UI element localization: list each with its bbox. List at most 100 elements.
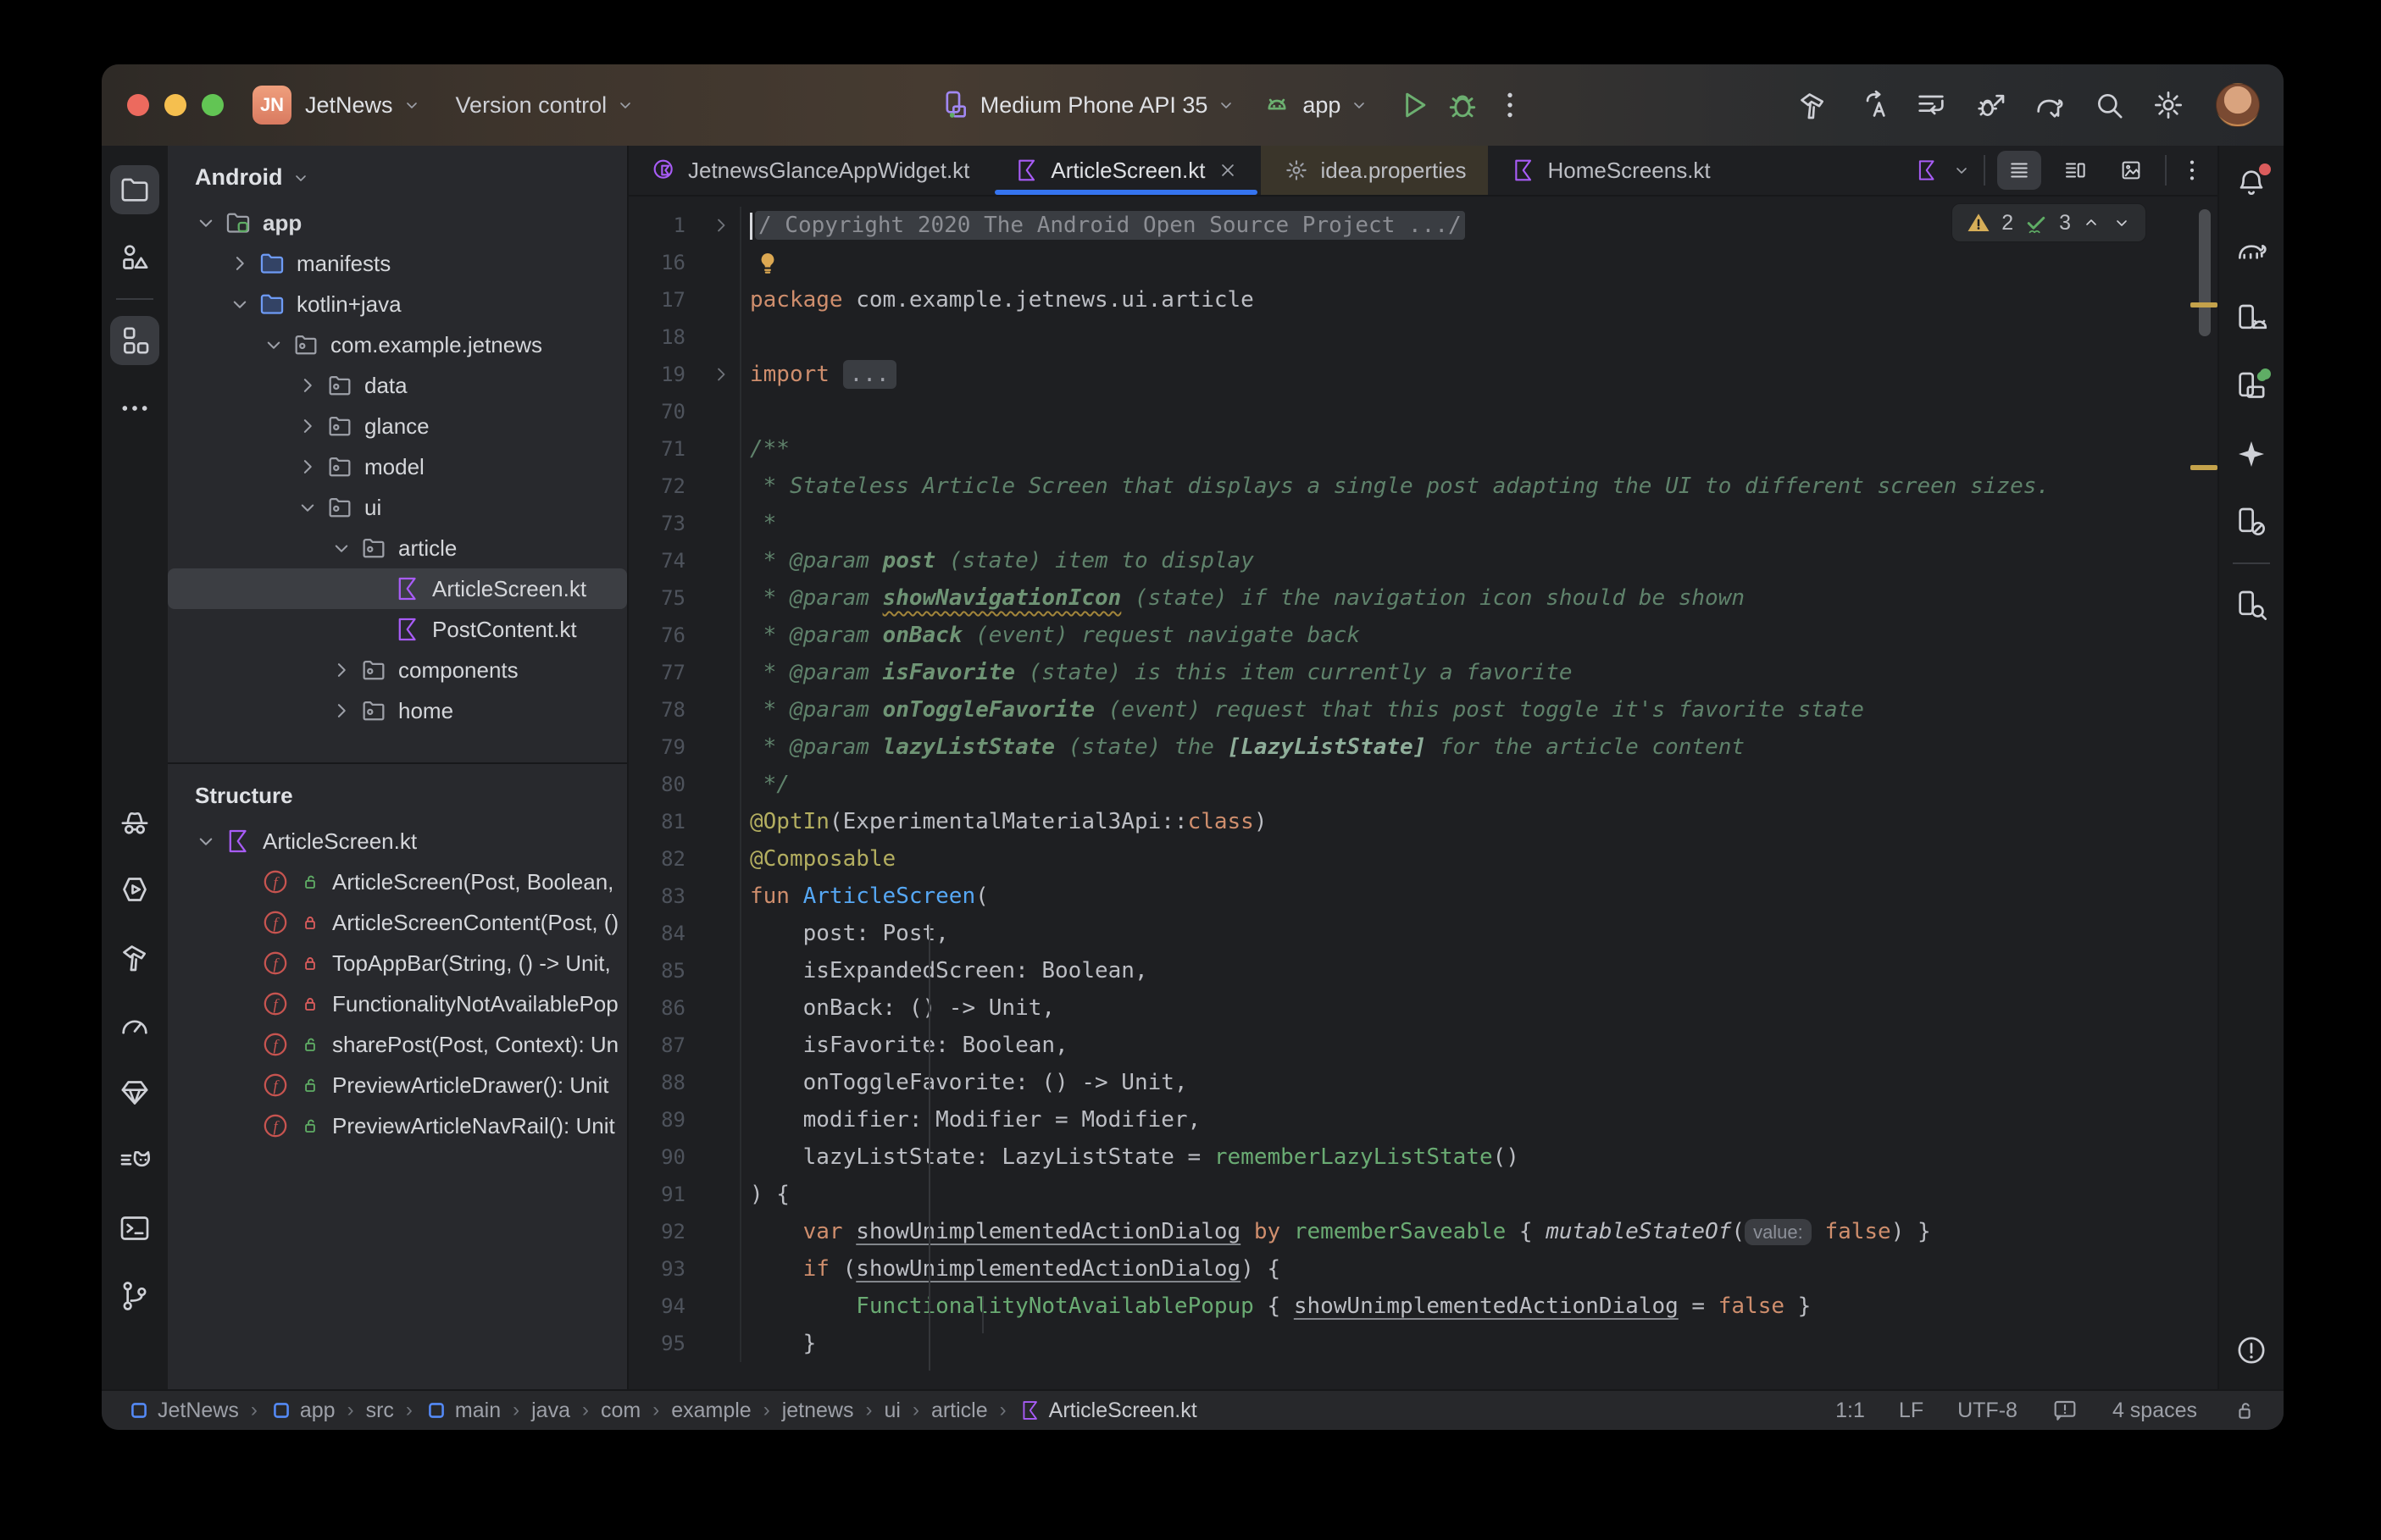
- project-tree-item-model[interactable]: model: [168, 446, 627, 487]
- tool-stripe-more-dots-button[interactable]: [110, 384, 159, 433]
- breadcrumb-src[interactable]: src: [366, 1399, 394, 1423]
- editor-scrollbar-thumb[interactable]: [2199, 209, 2211, 336]
- minimize-window-button[interactable]: [164, 94, 186, 116]
- chevron-right-icon[interactable]: [329, 698, 354, 723]
- tab-idea-properties[interactable]: idea.properties: [1261, 146, 1488, 195]
- breadcrumb-com[interactable]: com: [601, 1399, 641, 1423]
- breadcrumb-ui[interactable]: ui: [884, 1399, 900, 1423]
- structure-item[interactable]: fPreviewArticleDrawer(): Unit: [168, 1065, 627, 1105]
- tool-stripe-gauge-button[interactable]: [110, 1000, 159, 1050]
- breadcrumb-jetnews[interactable]: JetNews: [127, 1399, 239, 1423]
- tab-articlescreen-kt[interactable]: ArticleScreen.kt: [991, 146, 1261, 195]
- prev-problem-button[interactable]: [2081, 213, 2101, 233]
- close-window-button[interactable]: [127, 94, 149, 116]
- structure-item[interactable]: fArticleScreenContent(Post, (): [168, 902, 627, 943]
- run-button[interactable]: [1395, 86, 1432, 124]
- project-tree-item-kotlin-java[interactable]: kotlin+java: [168, 284, 627, 324]
- tool-stripe-diamond-button[interactable]: [110, 1068, 159, 1117]
- editor-view-list-button[interactable]: [1997, 151, 2041, 190]
- tool-stripe-phone-link-button[interactable]: [2227, 497, 2276, 546]
- breadcrumb-example[interactable]: example: [671, 1399, 752, 1423]
- project-tree-item-app[interactable]: app: [168, 202, 627, 243]
- debug-button[interactable]: [1444, 86, 1481, 124]
- breadcrumb-article[interactable]: article: [931, 1399, 988, 1423]
- editor-view-split-button[interactable]: [2053, 151, 2097, 190]
- tool-stripe-phone-mirror-button[interactable]: [2227, 362, 2276, 411]
- tool-stripe-bell-button[interactable]: [2227, 158, 2276, 208]
- tool-stripe-elephant-button[interactable]: [2227, 226, 2276, 275]
- project-tree-item-ui[interactable]: ui: [168, 487, 627, 528]
- breadcrumb-app[interactable]: app: [269, 1399, 336, 1423]
- project-tree-item-data[interactable]: data: [168, 365, 627, 406]
- breadcrumb-java[interactable]: java: [531, 1399, 570, 1423]
- tool-stripe-phone-search-button[interactable]: [2227, 580, 2276, 629]
- tool-stripe-resource-shapes-button[interactable]: [110, 233, 159, 282]
- search-icon[interactable]: [2092, 88, 2126, 122]
- soft-wrap-lines-icon[interactable]: [1914, 88, 1948, 122]
- fold-chevron-icon[interactable]: [709, 213, 733, 237]
- chevron-down-icon[interactable]: [193, 210, 219, 235]
- breadcrumb-articlescreen-kt[interactable]: ArticleScreen.kt: [1018, 1399, 1197, 1423]
- structure-item[interactable]: fArticleScreen(Post, Boolean,: [168, 861, 627, 902]
- project-tree-item-manifests[interactable]: manifests: [168, 243, 627, 284]
- breadcrumb-jetnews[interactable]: jetnews: [782, 1399, 854, 1423]
- chevron-down-icon[interactable]: [261, 332, 286, 357]
- editor-view-preview-button[interactable]: [2109, 151, 2153, 190]
- version-control-menu[interactable]: Version control: [456, 92, 636, 119]
- chevron-down-icon[interactable]: [295, 495, 320, 520]
- chevron-right-icon[interactable]: [295, 454, 320, 479]
- ai-actions-icon[interactable]: [1855, 88, 1889, 122]
- tab-homescreens-kt[interactable]: HomeScreens.kt: [1488, 146, 1732, 195]
- indent-setting[interactable]: 4 spaces: [2112, 1399, 2197, 1423]
- build-hammer-icon[interactable]: [1795, 88, 1829, 122]
- device-selector[interactable]: Medium Phone API 35: [938, 88, 1237, 122]
- project-tree-item-article[interactable]: article: [168, 528, 627, 568]
- close-icon[interactable]: [1217, 159, 1239, 181]
- profiler-bug-icon[interactable]: [1973, 88, 2007, 122]
- chevron-down-icon[interactable]: [227, 291, 253, 317]
- chevron-right-icon[interactable]: [295, 373, 320, 398]
- more-actions-button[interactable]: [1493, 88, 1527, 122]
- project-tree-item-glance[interactable]: glance: [168, 406, 627, 446]
- chevron-down-icon[interactable]: [329, 535, 354, 561]
- file-encoding[interactable]: UTF-8: [1957, 1399, 2017, 1423]
- warning-stripe-mark[interactable]: [2190, 302, 2217, 307]
- tool-stripe-project-folder-button[interactable]: [110, 165, 159, 214]
- chevron-right-icon[interactable]: [295, 413, 320, 439]
- structure-root-item[interactable]: ArticleScreen.kt: [168, 821, 627, 861]
- tool-stripe-incognito-button[interactable]: [110, 797, 159, 846]
- line-separator[interactable]: LF: [1899, 1399, 1923, 1423]
- settings-gear-icon[interactable]: [2151, 88, 2185, 122]
- avatar[interactable]: [2216, 83, 2260, 127]
- tool-stripe-sparkle-button[interactable]: [2227, 429, 2276, 479]
- lightbulb-icon[interactable]: [753, 249, 782, 278]
- caret-position[interactable]: 1:1: [1835, 1399, 1865, 1423]
- chevron-down-icon[interactable]: [193, 828, 219, 854]
- chevron-right-icon[interactable]: [227, 251, 253, 276]
- hidden-tabs-dropdown[interactable]: [1951, 160, 1972, 180]
- project-tree-item-home[interactable]: home: [168, 690, 627, 731]
- breadcrumb-main[interactable]: main: [425, 1399, 501, 1423]
- project-tree-item-postcontent-kt[interactable]: PostContent.kt: [168, 609, 627, 650]
- tool-stripe-cat-speed-button[interactable]: [110, 1136, 159, 1185]
- structure-item[interactable]: fPreviewArticleNavRail(): Unit: [168, 1105, 627, 1146]
- tool-stripe-build-hammer-button[interactable]: [110, 933, 159, 982]
- project-tree-item-com-example-jetnews[interactable]: com.example.jetnews: [168, 324, 627, 365]
- code-editor[interactable]: 1/ Copyright 2020 The Android Open Sourc…: [629, 197, 2217, 1389]
- chevron-right-icon[interactable]: [329, 657, 354, 683]
- inspection-widget[interactable]: 2 3: [1951, 203, 2146, 242]
- fold-chevron-icon[interactable]: [709, 363, 733, 386]
- structure-item[interactable]: fFunctionalityNotAvailablePop: [168, 983, 627, 1024]
- tool-stripe-branch-button[interactable]: [110, 1271, 159, 1321]
- structure-item[interactable]: fsharePost(Post, Context): Un: [168, 1024, 627, 1065]
- tab-jetnewsglanceappwidget-kt[interactable]: JetnewsGlanceAppWidget.kt: [629, 146, 991, 195]
- run-config-selector[interactable]: app: [1260, 88, 1369, 122]
- hidden-tab-kotlin-icon[interactable]: [1914, 158, 1940, 183]
- project-view-selector[interactable]: Android: [168, 146, 627, 202]
- tool-stripe-phone-android-button[interactable]: [2227, 294, 2276, 343]
- zoom-window-button[interactable]: [202, 94, 224, 116]
- tool-stripe-hexagon-play-button[interactable]: [110, 865, 159, 914]
- unlock-icon[interactable]: [2231, 1397, 2258, 1424]
- tool-stripe-structure-squares-button[interactable]: [110, 316, 159, 365]
- structure-item[interactable]: fTopAppBar(String, () -> Unit,: [168, 943, 627, 983]
